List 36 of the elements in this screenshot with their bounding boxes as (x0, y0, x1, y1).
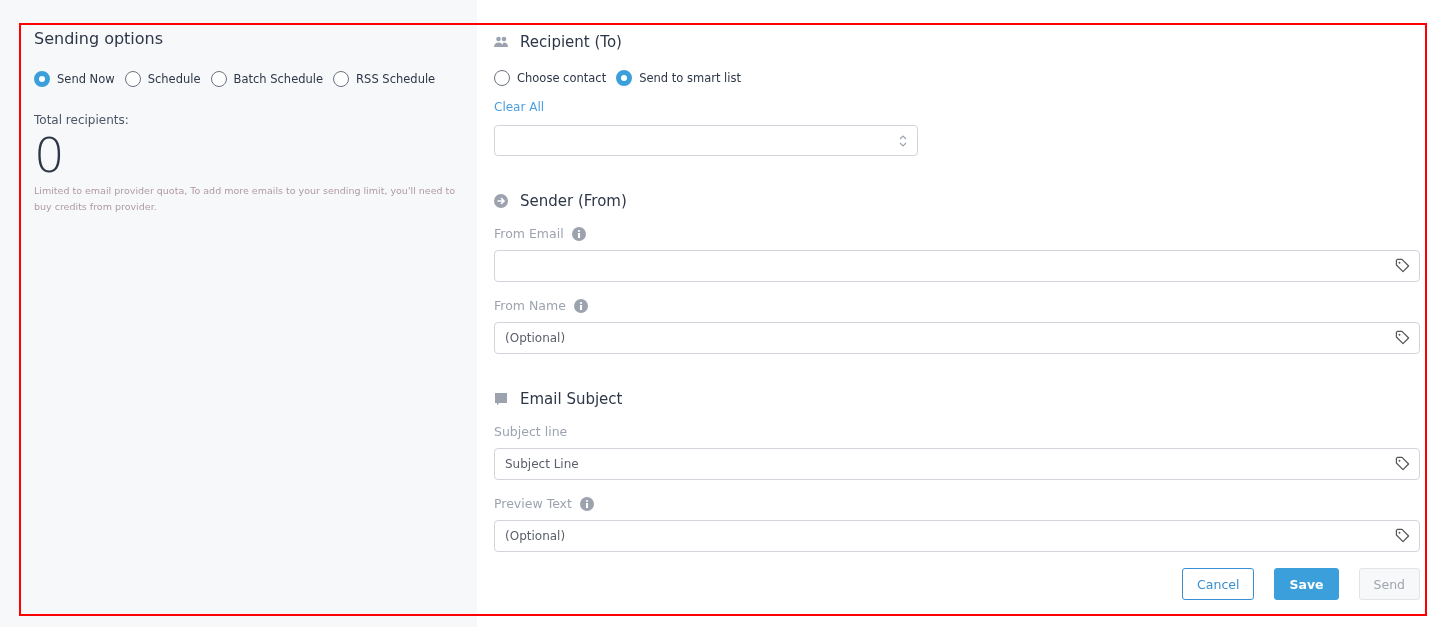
field-label: From Email (494, 226, 564, 241)
arrow-circle-icon (494, 194, 508, 208)
radio-option[interactable]: Schedule (124, 71, 201, 87)
radio-button[interactable] (333, 71, 350, 87)
panel-title: Sending options (34, 29, 165, 48)
section-title: Sender (From) (520, 192, 627, 210)
input-field[interactable]: (Optional) (494, 322, 1420, 354)
tag-icon[interactable] (1395, 330, 1410, 345)
radio-button[interactable] (616, 70, 633, 86)
radio-option[interactable]: Send to smart list (616, 70, 741, 86)
input-field[interactable]: Subject Line (494, 448, 1420, 480)
radio-button[interactable] (210, 71, 227, 87)
field-label: From Name (494, 298, 566, 313)
radio-option[interactable]: Choose contact (494, 70, 607, 86)
total-recipients-label: Total recipients: (34, 113, 130, 127)
quota-note: Limited to email provider quota, To add more emails to your sending limit, you'll need to buy credits from provider. (34, 184, 457, 214)
tag-icon[interactable] (1395, 258, 1410, 273)
section-title: Recipient (To) (520, 33, 622, 51)
total-recipients-count: 0 (34, 127, 66, 183)
radio-option[interactable]: Send Now (34, 71, 115, 87)
radio-button[interactable] (34, 71, 50, 87)
tag-icon[interactable] (1395, 456, 1410, 471)
section-title: Email Subject (520, 390, 623, 408)
input-field[interactable] (494, 250, 1420, 282)
comment-icon (494, 392, 508, 406)
people-icon (494, 36, 508, 48)
radio-button[interactable] (124, 71, 141, 87)
radio-option[interactable]: RSS Schedule (333, 71, 436, 87)
radio-option[interactable]: Batch Schedule (210, 71, 324, 87)
chevron-updown-icon (899, 133, 907, 148)
input-field[interactable]: (Optional) (494, 520, 1420, 552)
tag-icon[interactable] (1395, 528, 1410, 543)
field-label: Preview Text (494, 496, 572, 511)
radio-button[interactable] (494, 70, 510, 86)
cancel-button[interactable]: Cancel (1182, 568, 1255, 600)
field-label: Subject line (494, 424, 568, 439)
